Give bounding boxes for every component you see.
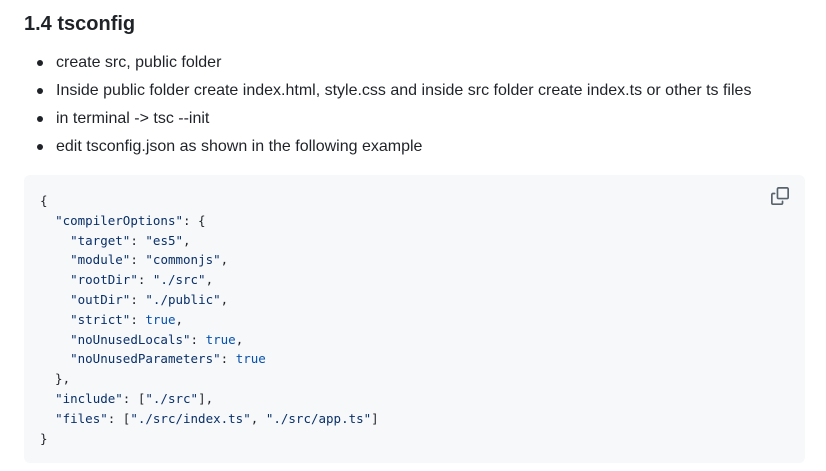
bullet-icon (37, 144, 43, 150)
json-punctuation: : (130, 311, 146, 327)
code-line: "include": ["./src"], (40, 389, 379, 409)
code-line: "strict": true, (40, 310, 379, 330)
json-punctuation (40, 332, 70, 347)
json-key: "noUnusedParameters" (70, 351, 221, 367)
json-punctuation (40, 312, 70, 327)
code-line: "compilerOptions": { (40, 211, 379, 231)
list-item-text: edit tsconfig.json as shown in the follo… (56, 138, 423, 155)
json-punctuation: : (220, 351, 236, 367)
json-punctuation (40, 411, 55, 426)
json-punctuation: , (220, 291, 229, 307)
json-punctuation: , (205, 272, 214, 288)
json-key: "outDir" (70, 291, 131, 307)
json-boolean: true (235, 351, 266, 367)
json-key: "rootDir" (70, 272, 138, 288)
code-line: "noUnusedParameters": true (40, 349, 379, 369)
json-punctuation: : { (183, 212, 206, 228)
json-punctuation: : [ (107, 410, 131, 426)
code-line: } (40, 429, 379, 449)
code-line: "module": "commonjs", (40, 250, 379, 270)
json-punctuation: , (250, 410, 266, 426)
json-punctuation: : [ (122, 390, 146, 406)
json-punctuation: : (190, 331, 206, 347)
json-string: "./src/app.ts" (265, 410, 372, 426)
code-line: "noUnusedLocals": true, (40, 330, 379, 350)
code-line: }, (40, 369, 379, 389)
json-string: "commonjs" (145, 252, 221, 268)
json-string: "./src" (145, 390, 199, 406)
json-punctuation: ] (371, 410, 379, 426)
list-item: create src, public folder (34, 51, 751, 75)
json-punctuation (40, 213, 55, 228)
json-punctuation: , (220, 252, 229, 268)
list-item: edit tsconfig.json as shown in the follo… (34, 135, 751, 159)
json-string: "./src/index.ts" (130, 410, 251, 426)
bullet-icon (37, 88, 43, 94)
json-string: "./public" (145, 291, 221, 307)
section-heading: 1.4 tsconfig (24, 13, 136, 35)
json-punctuation (40, 391, 55, 406)
json-key: "compilerOptions" (55, 212, 183, 228)
json-punctuation: , (235, 331, 244, 347)
json-punctuation: : (130, 252, 146, 268)
json-key: "include" (55, 390, 123, 406)
list-item: Inside public folder create index.html, … (34, 79, 751, 103)
code-line: "outDir": "./public", (40, 290, 379, 310)
list-item: in terminal -> tsc --init (34, 107, 751, 131)
instruction-list: create src, public folder Inside public … (34, 51, 751, 163)
json-key: "strict" (70, 311, 131, 327)
code-line: { (40, 191, 379, 211)
json-punctuation (40, 292, 70, 307)
json-punctuation: }, (40, 371, 71, 387)
copy-icon (771, 187, 791, 205)
json-punctuation: : (137, 272, 153, 288)
json-key: "target" (70, 232, 131, 248)
json-punctuation: , (175, 311, 184, 327)
json-punctuation: : (130, 232, 146, 248)
json-key: "noUnusedLocals" (70, 331, 191, 347)
code-line: "files": ["./src/index.ts", "./src/app.t… (40, 409, 379, 429)
json-boolean: true (205, 331, 236, 347)
bullet-icon (37, 60, 43, 66)
json-punctuation (40, 233, 70, 248)
list-item-text: in terminal -> tsc --init (56, 110, 210, 127)
json-punctuation: : (130, 291, 146, 307)
code-line: "target": "es5", (40, 231, 379, 251)
json-string: "es5" (145, 232, 184, 248)
json-string: "./src" (152, 272, 206, 288)
json-boolean: true (145, 311, 176, 327)
json-punctuation: { (40, 193, 48, 208)
json-punctuation (40, 252, 70, 267)
json-key: "module" (70, 252, 131, 268)
copy-button[interactable] (771, 187, 791, 207)
list-item-text: Inside public folder create index.html, … (56, 82, 752, 99)
json-punctuation (40, 272, 70, 287)
code-block[interactable]: { "compilerOptions": { "target": "es5", … (24, 175, 805, 463)
list-item-text: create src, public folder (56, 54, 222, 71)
bullet-icon (37, 116, 43, 122)
json-punctuation: ], (198, 390, 214, 406)
json-key: "files" (55, 410, 108, 426)
json-punctuation (40, 351, 70, 366)
json-punctuation: } (40, 430, 48, 446)
code-content[interactable]: { "compilerOptions": { "target": "es5", … (40, 191, 379, 448)
code-line: "rootDir": "./src", (40, 270, 379, 290)
json-punctuation: , (183, 232, 191, 248)
